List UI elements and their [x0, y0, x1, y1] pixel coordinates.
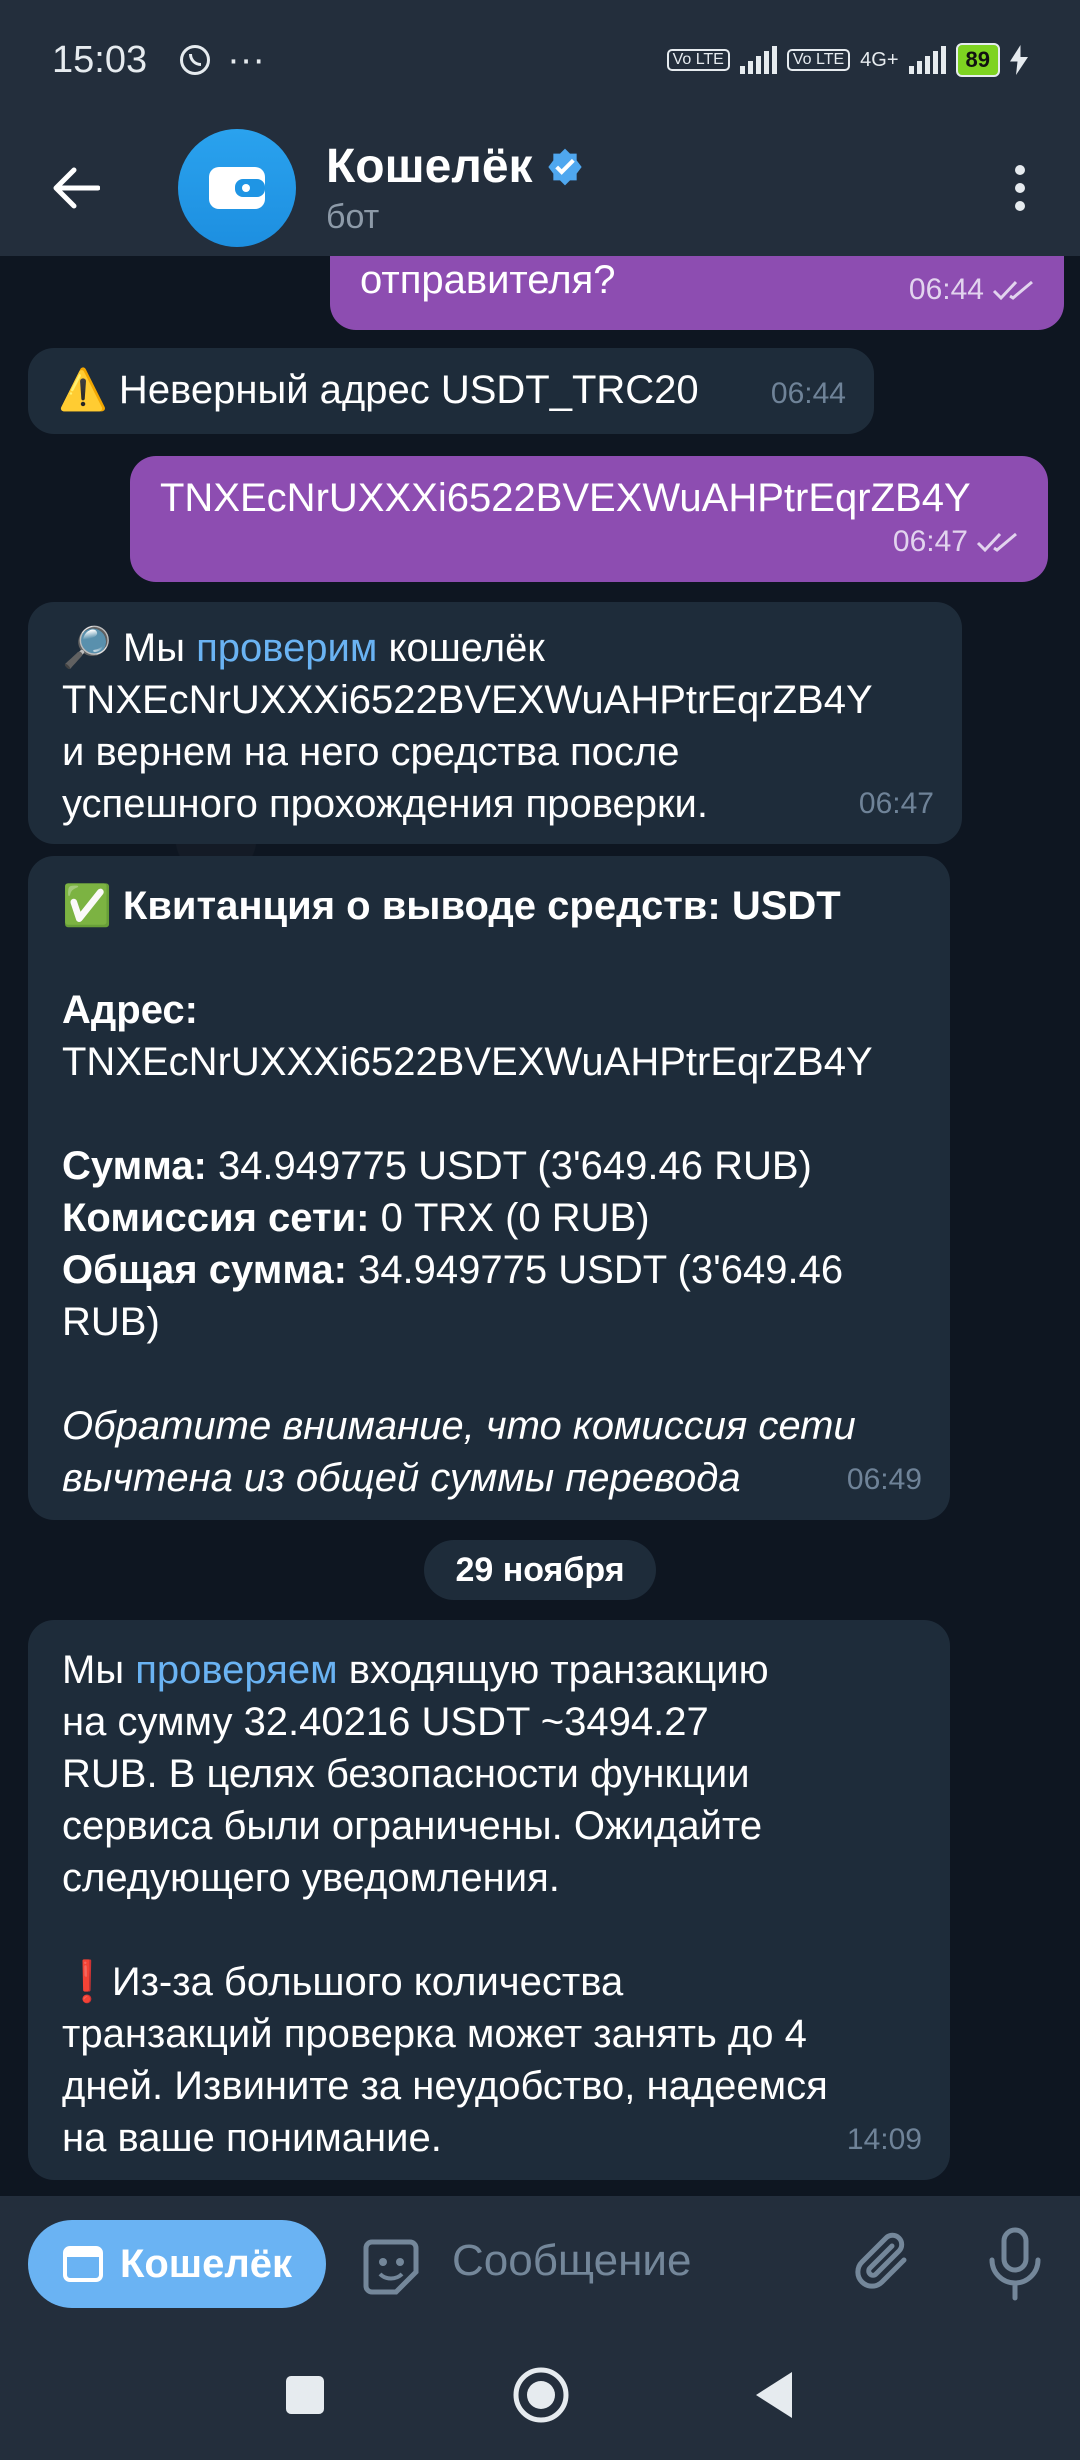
- inline-link[interactable]: проверяем: [135, 1648, 337, 1692]
- wallet-address: TNXEcNrUXXXi6522BVEXWuAHPtrEqrZB4Y: [62, 678, 873, 722]
- message-outgoing[interactable]: отправителя? 06:44: [330, 256, 1064, 330]
- inline-link[interactable]: проверим: [196, 626, 377, 670]
- message-time: 06:44: [909, 264, 1036, 316]
- message-time: 06:47: [893, 516, 1020, 568]
- chat-title-block[interactable]: Кошелёк бот: [326, 139, 585, 237]
- wallet-button-label: Кошелёк: [119, 2241, 293, 2286]
- check-emoji: ✅: [62, 884, 112, 928]
- message-time: 06:44: [770, 377, 846, 410]
- more-notifications-icon: ···: [227, 38, 266, 81]
- status-bar: 15:03 ··· Vo LTE Vo LTE 4G+ 89: [0, 0, 1080, 120]
- avatar[interactable]: [178, 129, 296, 247]
- receipt-title: Квитанция о выводе средств: USDT: [111, 884, 841, 928]
- message-time: 06:49: [846, 1463, 922, 1496]
- double-check-icon: [976, 532, 1017, 553]
- wallet-icon: [209, 167, 265, 209]
- message-incoming[interactable]: Мы проверяем входящую транзакцию на сумм…: [28, 1620, 950, 2180]
- network-type: 4G+: [860, 48, 899, 71]
- fee-value: 0 TRX (0 RUB): [369, 1196, 650, 1240]
- exclamation-emoji: ❗: [62, 1960, 112, 2004]
- volte-badge: Vo LTE: [666, 49, 730, 71]
- chat-title: Кошелёк: [326, 140, 533, 193]
- message-input[interactable]: Сообщение: [452, 2236, 691, 2286]
- verified-icon: [547, 148, 582, 185]
- message-time: 06:47: [858, 787, 934, 820]
- whatsapp-icon: [180, 45, 211, 75]
- message-text: TNXEcNrUXXXi6522BVEXWuAHPtrEqrZB4Y: [160, 476, 971, 520]
- signal-icon-2: [908, 46, 946, 74]
- total-value: 34.949775 USDT (3'649.46: [346, 1248, 844, 1292]
- chat-subtitle: бот: [326, 198, 380, 236]
- message-time: 14:09: [846, 2123, 922, 2156]
- signal-icon: [739, 46, 777, 74]
- message-incoming[interactable]: 🔎 Мы проверим кошелёк TNXEcNrUXXXi6522BV…: [28, 602, 962, 844]
- app-window-icon: [62, 2246, 103, 2282]
- sticker-icon[interactable]: [358, 2234, 424, 2300]
- volte-badge-2: Vo LTE: [786, 49, 851, 71]
- recents-button[interactable]: [286, 2376, 324, 2414]
- message-incoming[interactable]: ⚠️ Неверный адрес USDT_TRC20 06:44: [28, 348, 874, 434]
- date-separator: 29 ноября: [424, 1540, 656, 1600]
- more-vert-icon[interactable]: [990, 148, 1050, 228]
- wallet-menu-button[interactable]: Кошелёк: [28, 2220, 326, 2308]
- back-arrow-icon: [53, 167, 100, 209]
- message-outgoing[interactable]: TNXEcNrUXXXi6522BVEXWuAHPtrEqrZB4Y 06:47: [130, 456, 1048, 582]
- system-nav-bar: [0, 2330, 1080, 2460]
- back-button[interactable]: [40, 152, 112, 224]
- composer-bar: Кошелёк Сообщение: [0, 2196, 1080, 2330]
- chat-history[interactable]: отправителя? 06:44 ⚠️ Неверный адрес USD…: [0, 256, 1080, 2196]
- sum-value: 34.949775 USDT (3'649.46 RUB): [206, 1144, 812, 1188]
- magnifier-emoji: 🔎: [62, 626, 112, 670]
- mic-icon[interactable]: [980, 2226, 1050, 2302]
- wallet-address: TNXEcNrUXXXi6522BVEXWuAHPtrEqrZB4Y: [62, 1040, 873, 1084]
- double-check-icon: [992, 280, 1033, 301]
- warning-emoji: ⚠️: [58, 368, 108, 412]
- message-text: Неверный адрес USDT_TRC20: [107, 368, 699, 412]
- message-text: отправителя?: [360, 258, 616, 302]
- message-receipt[interactable]: ✅ Квитанция о выводе средств: USDT Адрес…: [28, 856, 950, 1520]
- battery-indicator: 89: [955, 43, 1000, 77]
- chat-header: Кошелёк бот: [0, 120, 1080, 256]
- status-time: 15:03: [52, 38, 148, 81]
- charging-icon: [1010, 45, 1028, 75]
- system-back-button[interactable]: [754, 2370, 794, 2420]
- home-button[interactable]: [512, 2366, 570, 2424]
- paperclip-icon[interactable]: [852, 2230, 918, 2296]
